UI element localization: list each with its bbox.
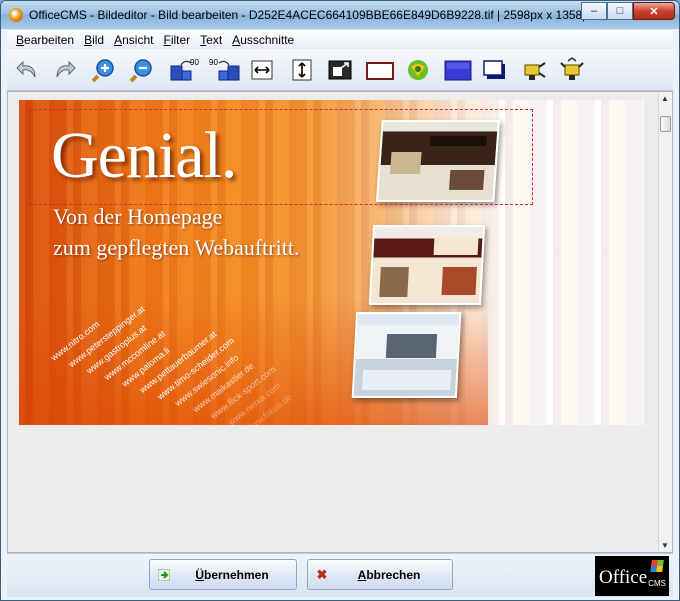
app-icon [9, 8, 23, 22]
undo-icon[interactable] [15, 57, 41, 83]
image-subline-2: zum gepflegten Webauftritt. [53, 235, 300, 260]
editor-window: OfficeCMS - Bildeditor - Bild bearbeiten… [0, 0, 680, 601]
image-subline-1: Von der Homepage [53, 204, 223, 229]
action-bar: Übernehmen ✖ Abbrechen Office CMS [7, 553, 673, 597]
menu-bar: Bearbeiten Bild Ansicht Filter Text Auss… [7, 29, 673, 49]
scroll-thumb[interactable] [660, 116, 671, 132]
image-canvas[interactable]: Genial. Von der Homepage zum gepflegten … [7, 91, 673, 553]
menu-text[interactable]: Text [199, 33, 223, 47]
menu-bild[interactable]: Bild [83, 33, 105, 47]
logo-office-text: Office [599, 567, 648, 588]
resize-icon[interactable] [327, 57, 353, 83]
title-bar[interactable]: OfficeCMS - Bildeditor - Bild bearbeiten… [1, 1, 679, 29]
rotate-right-label: 90 [209, 58, 218, 67]
border-frame-icon[interactable] [365, 57, 395, 83]
rotate-left-label: 90 [190, 58, 199, 67]
window-title: OfficeCMS - Bildeditor - Bild bearbeiten… [29, 8, 595, 22]
zoom-in-icon[interactable] [91, 57, 117, 83]
close-button[interactable]: ✕ [633, 2, 675, 20]
menu-bearbeiten[interactable]: Bearbeiten [15, 33, 75, 47]
menu-ansicht[interactable]: Ansicht [113, 33, 154, 47]
toolbar: 90 90 [7, 49, 673, 91]
arrow-right-icon [150, 568, 178, 581]
officecms-logo: Office CMS [595, 556, 669, 596]
windows-flag-icon [650, 560, 664, 572]
maximize-button[interactable]: □ [607, 2, 633, 20]
fit-width-icon[interactable] [249, 57, 275, 83]
zoom-out-icon[interactable] [129, 57, 155, 83]
crop-apply-icon[interactable] [559, 57, 585, 83]
fit-height-icon[interactable] [289, 57, 315, 83]
crop-tool-icon[interactable] [521, 57, 547, 83]
website-screenshot-3 [351, 312, 462, 398]
minimize-button[interactable]: ‒ [581, 2, 607, 20]
scroll-up-icon[interactable]: ▲ [661, 94, 669, 103]
filter-effect-icon[interactable] [405, 57, 431, 83]
window-controls: ‒ □ ✕ [581, 2, 675, 20]
logo-cms-text: CMS [648, 579, 666, 588]
rotate-right-icon[interactable]: 90 [209, 57, 243, 83]
cancel-button[interactable]: ✖ Abbrechen [307, 559, 453, 590]
fill-color-icon[interactable] [443, 57, 473, 83]
website-screenshot-2 [368, 225, 486, 305]
redo-icon[interactable] [51, 57, 77, 83]
apply-button-label: Übernehmen [195, 567, 269, 582]
shadow-frame-icon[interactable] [481, 57, 507, 83]
menu-ausschnitte[interactable]: Ausschnitte [231, 33, 295, 47]
crop-selection[interactable] [29, 109, 533, 205]
edited-image[interactable]: Genial. Von der Homepage zum gepflegten … [19, 100, 644, 425]
apply-button[interactable]: Übernehmen [149, 559, 297, 590]
vertical-scrollbar[interactable]: ▲ ▼ [658, 92, 672, 552]
scroll-down-icon[interactable]: ▼ [661, 541, 669, 550]
rotate-left-icon[interactable]: 90 [169, 57, 203, 83]
menu-filter[interactable]: Filter [162, 33, 191, 47]
cancel-button-label: Abbrechen [357, 567, 421, 582]
cancel-x-icon: ✖ [316, 566, 328, 582]
